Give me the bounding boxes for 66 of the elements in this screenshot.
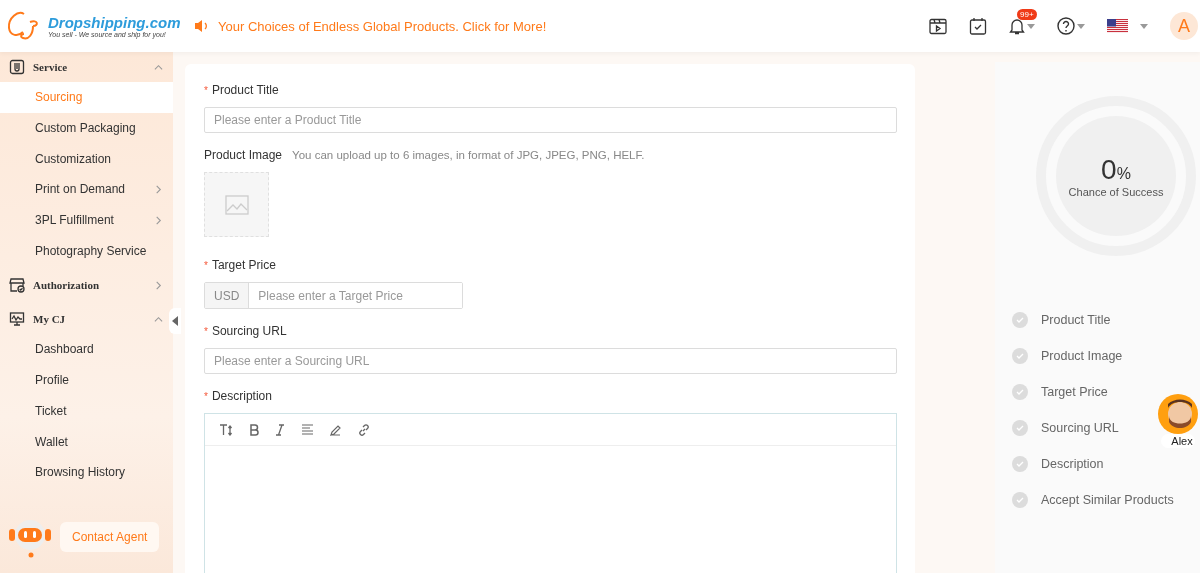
sidebar-item[interactable]: Dashboard	[0, 334, 173, 365]
field-label: Description	[211, 389, 272, 403]
chevron-icon	[154, 280, 163, 290]
link-icon[interactable]	[358, 423, 370, 436]
upload-hint: You can upload up to 6 images, in format of JPG, JPEG, PNG, HELF.	[292, 149, 645, 161]
checklist-label: Product Image	[1041, 349, 1123, 363]
bold-icon[interactable]	[249, 423, 259, 436]
language-button[interactable]	[1107, 19, 1148, 33]
checklist-label: Sourcing URL	[1041, 421, 1119, 435]
field-label: Target Price	[211, 258, 276, 272]
video-button[interactable]	[929, 17, 947, 35]
field-label: Sourcing URL	[211, 324, 287, 338]
sidebar-item[interactable]: 3PL Fulfillment	[0, 204, 173, 236]
help-button[interactable]	[1057, 17, 1085, 35]
chevron-icon	[154, 215, 163, 225]
speaker-icon	[194, 19, 210, 33]
agent-name: Alex	[1161, 434, 1195, 448]
text-size-icon[interactable]	[219, 423, 233, 436]
sidebar-item[interactable]: Print on Demand	[0, 174, 173, 205]
required-mark: *	[204, 259, 208, 271]
sidebar-item[interactable]: Browsing History	[0, 456, 173, 488]
flag-icon	[1107, 19, 1128, 33]
field-label: Product Title	[211, 83, 279, 97]
pen-icon[interactable]	[330, 423, 342, 436]
store-icon	[9, 277, 25, 294]
tasks-button[interactable]	[969, 17, 987, 35]
checklist-label: Accept Similar Products	[1041, 493, 1174, 507]
success-percent: 0%	[1101, 154, 1131, 186]
text-field[interactable]: Please enter a Sourcing URL	[204, 348, 897, 374]
italic-icon[interactable]	[275, 423, 285, 436]
chevron-icon	[154, 62, 163, 72]
logo-text: Dropshipping.com	[48, 14, 181, 31]
sidebar-item[interactable]: Photography Service	[0, 235, 173, 267]
notifications-button[interactable]	[1009, 17, 1035, 35]
sidebar-item[interactable]: Profile	[0, 364, 173, 396]
help-icon	[1057, 17, 1075, 35]
caret-icon	[1140, 23, 1148, 29]
notification-badge: 99+	[1017, 9, 1037, 20]
sidebar-item[interactable]: Custom Packaging	[0, 112, 173, 144]
caret-icon	[1027, 23, 1035, 29]
field-label: Product Image	[204, 148, 283, 162]
required-mark: *	[204, 325, 208, 337]
currency-label: USD	[205, 283, 250, 308]
chevron-icon	[154, 314, 163, 324]
caret-icon	[1077, 23, 1085, 29]
sidebar-item[interactable]: Customization	[0, 143, 173, 175]
checklist-label: Product Title	[1041, 313, 1111, 327]
agent-avatar[interactable]	[1158, 394, 1198, 434]
sidebar-item[interactable]: Wallet	[0, 426, 173, 457]
sidebar-item[interactable]: Ticket	[0, 395, 173, 427]
checklist-label: Target Price	[1041, 385, 1108, 399]
sidebar-group[interactable]: Authorization	[0, 274, 173, 297]
bell-icon	[1009, 17, 1025, 35]
monitor-icon	[9, 311, 25, 328]
calendar-check-icon	[969, 17, 987, 35]
checklist-label: Description	[1041, 457, 1104, 471]
collapse-handle[interactable]	[169, 308, 181, 334]
required-mark: *	[204, 390, 208, 402]
success-caption: Chance of Success	[1068, 186, 1164, 198]
sidebar-group[interactable]: My CJ	[0, 308, 173, 331]
image-icon	[224, 194, 249, 215]
required-mark: *	[204, 84, 208, 96]
chevron-icon	[154, 184, 163, 194]
text-field[interactable]: Please enter a Product Title	[204, 107, 897, 133]
sidebar-group[interactable]: Service	[0, 56, 173, 78]
video-icon	[929, 17, 947, 35]
